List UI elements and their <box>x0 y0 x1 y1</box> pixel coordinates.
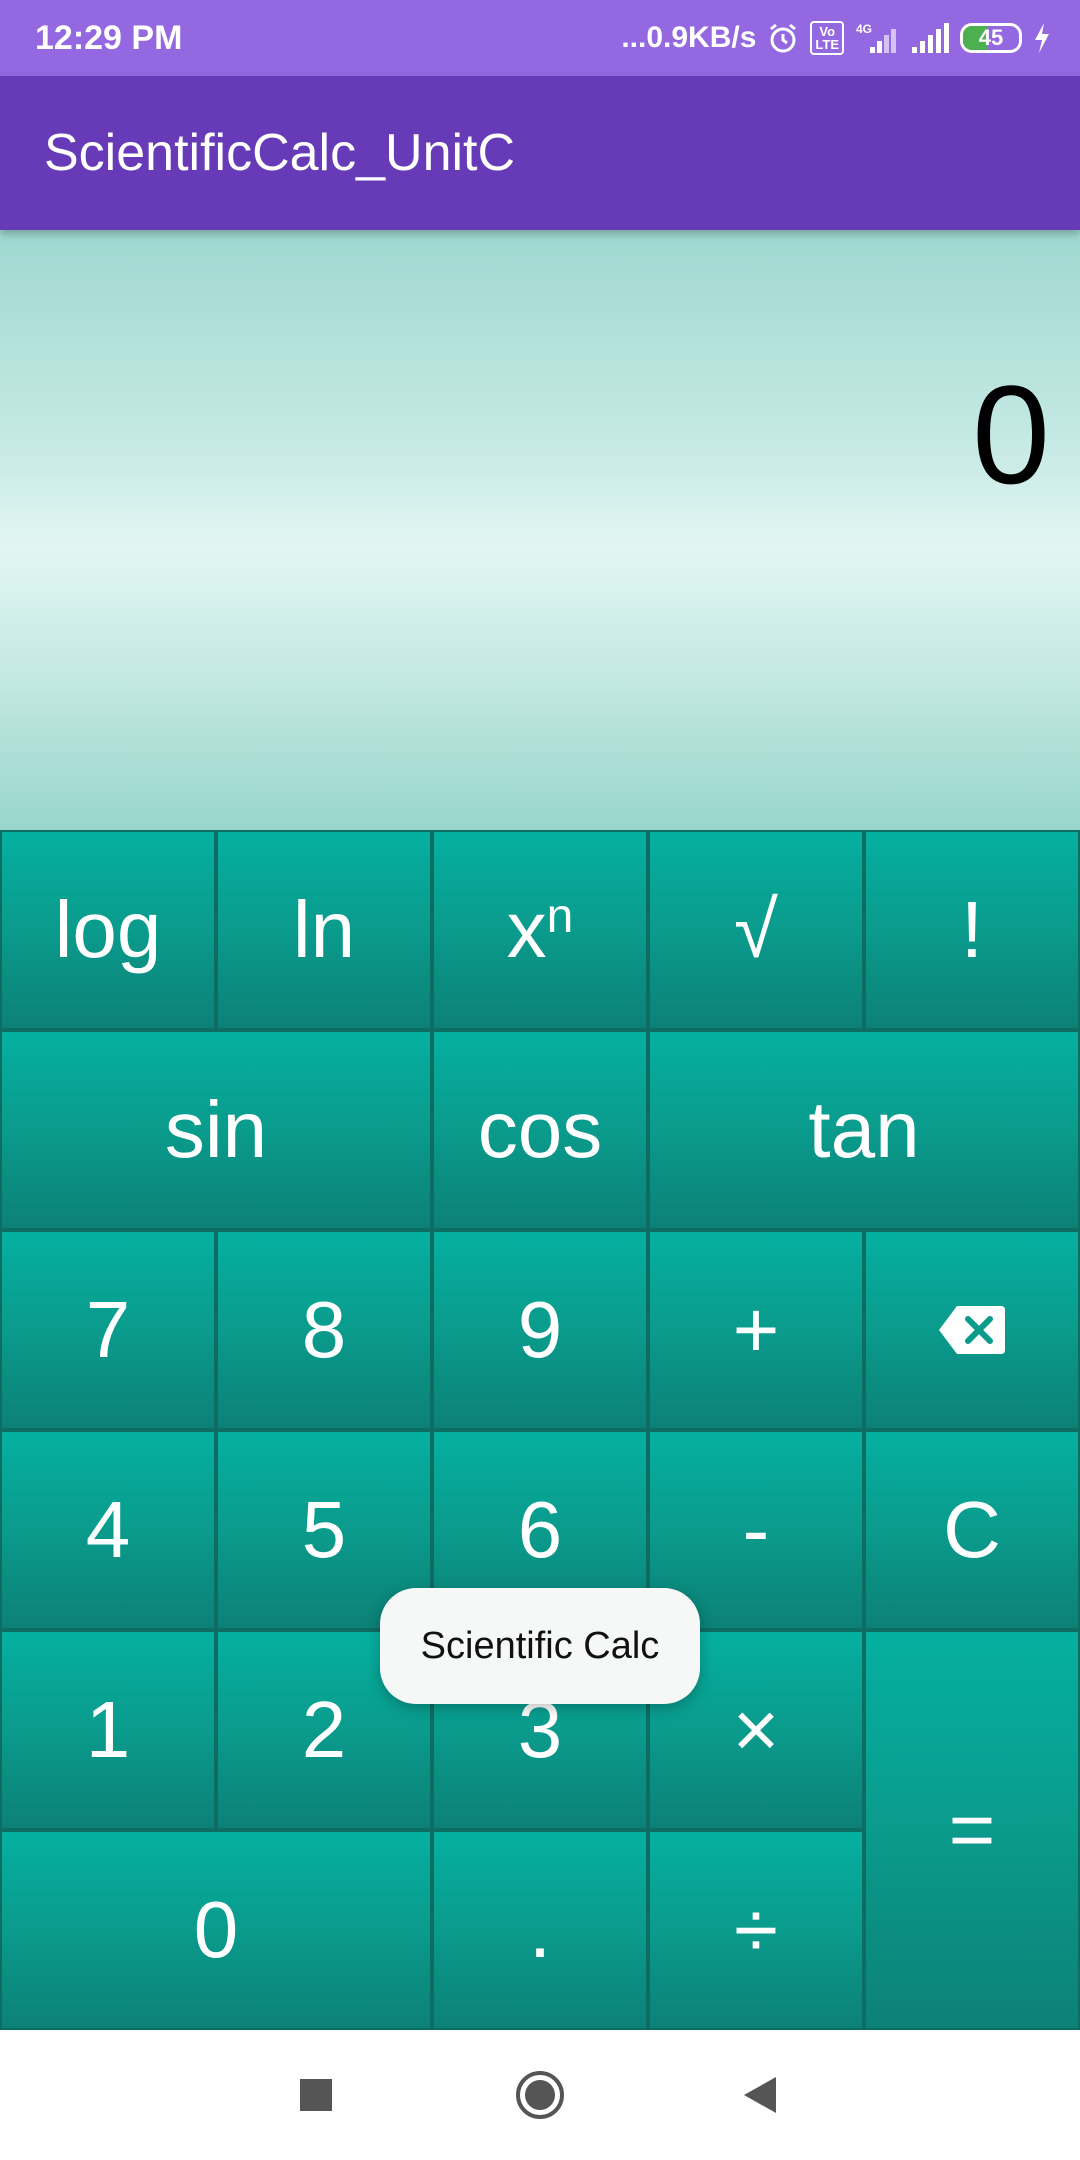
sin-button[interactable]: sin <box>0 1030 432 1230</box>
clear-button[interactable]: C <box>864 1430 1080 1630</box>
recents-button[interactable] <box>256 2030 376 2160</box>
back-button[interactable] <box>700 2030 820 2160</box>
home-button[interactable] <box>480 2030 600 2160</box>
status-icons: ...0.9KB/s Vo LTE 4G 45 <box>621 0 1052 76</box>
digit-9-button[interactable]: 9 <box>432 1230 648 1430</box>
toast-message: Scientific Calc <box>380 1588 700 1704</box>
divide-button[interactable]: ÷ <box>648 1830 864 2030</box>
status-bar: 12:29 PM ...0.9KB/s Vo LTE 4G 45 <box>0 0 1080 76</box>
decimal-button[interactable]: . <box>432 1830 648 2030</box>
digit-4-button[interactable]: 4 <box>0 1430 216 1630</box>
sqrt-button[interactable]: √ <box>648 830 864 1030</box>
factorial-button[interactable]: ! <box>864 830 1080 1030</box>
back-triangle-icon <box>744 2077 776 2113</box>
calculator-display: 0 <box>0 230 1080 830</box>
battery-percent: 45 <box>978 25 1004 50</box>
navigation-bar <box>0 2030 1080 2160</box>
ln-button[interactable]: ln <box>216 830 432 1030</box>
backspace-icon <box>939 1306 1005 1354</box>
digit-1-button[interactable]: 1 <box>0 1630 216 1830</box>
digit-8-button[interactable]: 8 <box>216 1230 432 1430</box>
status-time: 12:29 PM <box>35 19 183 57</box>
equals-button[interactable]: = <box>864 1630 1080 2030</box>
power-exponent-label: n <box>546 889 574 943</box>
battery-icon: 45 <box>960 23 1022 53</box>
alarm-icon <box>766 21 800 55</box>
recents-square-icon <box>300 2079 332 2111</box>
volte-icon: Vo LTE <box>810 21 844 55</box>
network-speed: ...0.9KB/s <box>621 21 757 54</box>
signal-4g-icon: 4G <box>854 21 900 55</box>
power-button[interactable]: xn <box>432 830 648 1030</box>
log-button[interactable]: log <box>0 830 216 1030</box>
charging-icon <box>1032 21 1052 55</box>
keypad: log ln xn √ ! sin cos tan 7 8 9 + 4 5 6 … <box>0 830 1080 2030</box>
screen: 12:29 PM ...0.9KB/s Vo LTE 4G 45 Scienti… <box>0 0 1080 2160</box>
display-value: 0 <box>972 356 1050 513</box>
cos-button[interactable]: cos <box>432 1030 648 1230</box>
power-base-label: x <box>506 885 547 974</box>
home-circle-icon <box>516 2071 564 2119</box>
signal-icon <box>910 21 950 55</box>
app-bar: ScientificCalc_UnitC <box>0 76 1080 230</box>
tan-button[interactable]: tan <box>648 1030 1080 1230</box>
app-title: ScientificCalc_UnitC <box>44 124 516 182</box>
svg-text:4G: 4G <box>856 22 872 36</box>
plus-button[interactable]: + <box>648 1230 864 1430</box>
digit-7-button[interactable]: 7 <box>0 1230 216 1430</box>
backspace-button[interactable] <box>864 1230 1080 1430</box>
digit-0-button[interactable]: 0 <box>0 1830 432 2030</box>
